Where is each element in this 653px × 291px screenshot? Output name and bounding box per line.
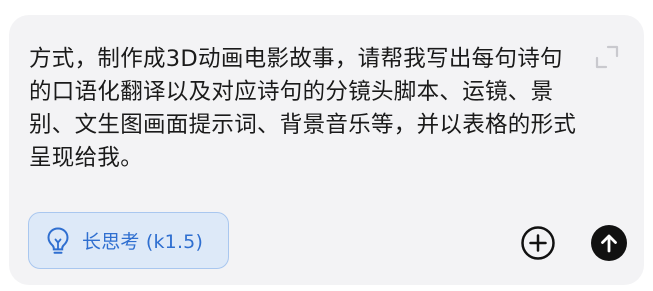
lightbulb-icon <box>44 226 72 256</box>
chat-composer: 方式，制作成3D动画电影故事，请帮我写出每句诗句的口语化翻译以及对应诗句的分镜头… <box>9 15 644 285</box>
add-attachment-button[interactable] <box>520 225 556 261</box>
prompt-input[interactable]: 方式，制作成3D动画电影故事，请帮我写出每句诗句的口语化翻译以及对应诗句的分镜头… <box>29 43 579 175</box>
plus-circle-icon <box>521 226 555 260</box>
long-thinking-label: 长思考 (k1.5) <box>82 231 204 253</box>
send-button[interactable] <box>591 225 627 261</box>
expand-button[interactable] <box>593 43 621 71</box>
expand-icon <box>595 45 619 69</box>
arrow-up-icon <box>601 234 617 253</box>
long-thinking-toggle[interactable]: 长思考 (k1.5) <box>28 212 229 269</box>
